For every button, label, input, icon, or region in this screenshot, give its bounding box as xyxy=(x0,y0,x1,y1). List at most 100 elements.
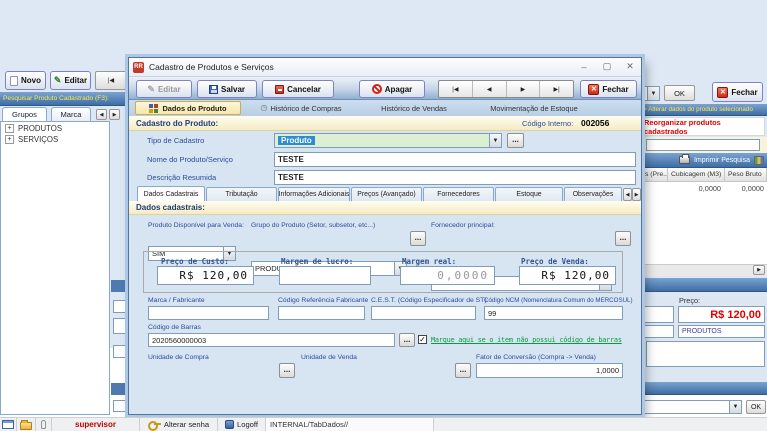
tab-brand[interactable]: Marca xyxy=(51,107,91,121)
chevron-down-icon[interactable]: ▼ xyxy=(729,401,741,413)
reorganize-products-button[interactable]: Reorganizar produtos cadastrados xyxy=(643,117,765,136)
unidade-compra-browse-button[interactable]: ... xyxy=(279,363,295,378)
tab-movimentacao-estoque[interactable]: Movimentação de Estoque xyxy=(471,101,597,115)
tabs-scroll-left-icon[interactable]: ◀ xyxy=(96,109,107,120)
preco-venda-label: Preço de Venda: xyxy=(521,257,589,266)
unidade-venda-browse-button[interactable]: ... xyxy=(455,363,471,378)
codigo-referencia-label: Código Referência Fabricante xyxy=(278,297,368,304)
subtab-fornecedores[interactable]: Fornecedores xyxy=(423,187,494,201)
subtab-precos-avancado[interactable]: Preços (Avançado) xyxy=(351,187,422,201)
key-icon xyxy=(148,421,161,428)
subtab-scroll-left-icon[interactable]: ◀ xyxy=(623,188,632,201)
edit-record-button[interactable]: ✎ Editar xyxy=(136,80,192,98)
combo-fragment[interactable]: ▼ xyxy=(643,86,660,101)
group-field: PRODUTOS xyxy=(678,325,765,338)
grid-column-precos[interactable]: s (Pre... xyxy=(642,168,668,182)
subtab-informacoes-adicionais[interactable]: Informações Adicionais xyxy=(278,187,350,201)
tab-historico-compras[interactable]: ◷ Histórico de Compras xyxy=(245,101,357,115)
floppy-icon xyxy=(209,85,218,94)
codigo-referencia-input[interactable] xyxy=(278,306,365,320)
new-button[interactable]: Novo xyxy=(5,71,46,90)
status-grid-cell[interactable] xyxy=(0,418,17,431)
cest-label: C.E.S.T. (Código Especificador de ST) xyxy=(371,297,487,304)
subtab-estoque[interactable]: Estoque xyxy=(495,187,563,201)
expand-icon[interactable]: + xyxy=(5,124,14,133)
new-page-icon xyxy=(10,76,18,86)
quick-filter-input[interactable] xyxy=(646,139,760,151)
nav-first-button-fragment[interactable]: |◀ xyxy=(95,71,127,90)
f5-hint-bar: F5 = Alterar dados do produto selecionad… xyxy=(642,104,767,116)
dialog-maximize-icon[interactable]: ▢ xyxy=(597,60,617,73)
dialog-close-button[interactable]: ✕ Fechar xyxy=(580,80,637,98)
grid-column-peso-bruto[interactable]: Peso Bruto xyxy=(725,168,767,182)
filter-combo-fragment[interactable]: ▼ xyxy=(642,400,742,414)
filter-ok-button[interactable]: OK xyxy=(746,400,766,414)
status-folder-cell[interactable] xyxy=(17,418,36,431)
status-user: supervisor xyxy=(52,418,140,431)
chevron-down-icon[interactable]: ▼ xyxy=(489,134,501,147)
change-password-button[interactable]: Alterar senha xyxy=(140,418,218,431)
obscured-ui-fragment xyxy=(642,325,674,338)
edit-button[interactable]: ✎ Editar xyxy=(50,71,91,90)
codigo-barras-input[interactable]: 2020560000003 xyxy=(148,333,395,347)
export-grid-icon[interactable] xyxy=(754,156,764,165)
dialog-minimize-icon[interactable]: – xyxy=(574,60,594,73)
preco-venda-input[interactable]: R$ 120,00 xyxy=(519,266,616,285)
tabs-scroll-right-icon[interactable]: ▶ xyxy=(109,109,120,120)
cest-input[interactable] xyxy=(371,306,476,320)
red-x-icon: ✕ xyxy=(717,87,728,98)
nav-last-icon[interactable]: ▶| xyxy=(540,81,573,97)
preco-custo-input[interactable]: R$ 120,00 xyxy=(157,266,254,285)
clock-icon: ◷ xyxy=(260,104,267,112)
chevron-down-icon[interactable]: ▼ xyxy=(647,87,659,100)
nome-produto-label: Nome do Produto/Serviço xyxy=(147,155,233,164)
ok-button[interactable]: OK xyxy=(664,85,695,101)
no-barcode-checkbox-label[interactable]: Marque aqui se o item não possui código … xyxy=(431,336,622,344)
logoff-button[interactable]: Logoff xyxy=(218,418,266,431)
logoff-icon xyxy=(225,420,234,429)
tree-item-servicos[interactable]: + SERVIÇOS xyxy=(1,133,109,144)
print-search-button[interactable]: Imprimir Pesquisa xyxy=(694,157,750,164)
codigo-barras-browse-button[interactable]: ... xyxy=(399,333,415,347)
close-window-button[interactable]: ✕ Fechar xyxy=(712,82,763,102)
dialog-close-icon[interactable]: ✕ xyxy=(620,60,640,73)
price-label: Preço: xyxy=(679,296,700,305)
dialog-title: Cadastro de Produtos e Serviços xyxy=(149,62,274,72)
grupo-produto-browse-button[interactable]: ... xyxy=(410,231,426,246)
hscroll-right-icon[interactable]: ▶ xyxy=(753,265,765,275)
obscured-ui-fragment xyxy=(113,345,127,358)
tipo-cadastro-combo[interactable]: Produto ▼ xyxy=(274,133,502,148)
tree-item-produtos[interactable]: + PRODUTOS xyxy=(1,122,109,133)
cancel-button[interactable]: Cancelar xyxy=(262,80,334,98)
subtab-tributacao[interactable]: Tributação xyxy=(206,187,277,201)
obscured-ui-fragment xyxy=(642,306,674,323)
tab-groups[interactable]: Grupos xyxy=(2,107,47,121)
fornecedor-browse-button[interactable]: ... xyxy=(615,231,631,246)
obscured-ui-fragment xyxy=(111,383,127,395)
margem-lucro-input[interactable] xyxy=(279,266,371,285)
nav-next-icon[interactable]: ▶ xyxy=(507,81,541,97)
nav-prev-icon[interactable]: ◀ xyxy=(473,81,507,97)
price-field: R$ 120,00 xyxy=(678,306,765,323)
no-barcode-checkbox[interactable]: ✓ xyxy=(418,335,427,344)
delete-button[interactable]: Apagar xyxy=(359,80,425,98)
grid-column-cubicagem[interactable]: Cubicagem (M3) xyxy=(668,168,725,182)
descricao-resumida-input[interactable]: TESTE xyxy=(274,170,636,185)
disponivel-venda-label: Produto Disponível para Venda: xyxy=(148,222,244,229)
ncm-input[interactable]: 99 xyxy=(484,306,623,320)
expand-icon[interactable]: + xyxy=(5,135,14,144)
hscrollbar[interactable] xyxy=(642,264,767,276)
subtab-dados-cadastrais[interactable]: Dados Cadastrais xyxy=(137,186,205,201)
status-clip-cell[interactable] xyxy=(36,418,52,431)
nome-produto-input[interactable]: TESTE xyxy=(274,152,636,167)
save-button[interactable]: Salvar xyxy=(197,80,257,98)
tab-historico-vendas[interactable]: Histórico de Vendas xyxy=(361,101,467,115)
tipo-cadastro-browse-button[interactable]: ... xyxy=(507,133,524,148)
tab-dados-do-produto[interactable]: Dados do Produto xyxy=(135,101,241,115)
dialog-titlebar[interactable]: RR Cadastro de Produtos e Serviços – ▢ ✕ xyxy=(129,58,641,77)
nav-first-icon[interactable]: |◀ xyxy=(439,81,473,97)
subtab-scroll-right-icon[interactable]: ▶ xyxy=(632,188,641,201)
subtab-observacoes[interactable]: Observações xyxy=(564,187,622,201)
marca-fabricante-input[interactable] xyxy=(148,306,269,320)
fator-conversao-input[interactable]: 1,0000 xyxy=(476,363,623,378)
